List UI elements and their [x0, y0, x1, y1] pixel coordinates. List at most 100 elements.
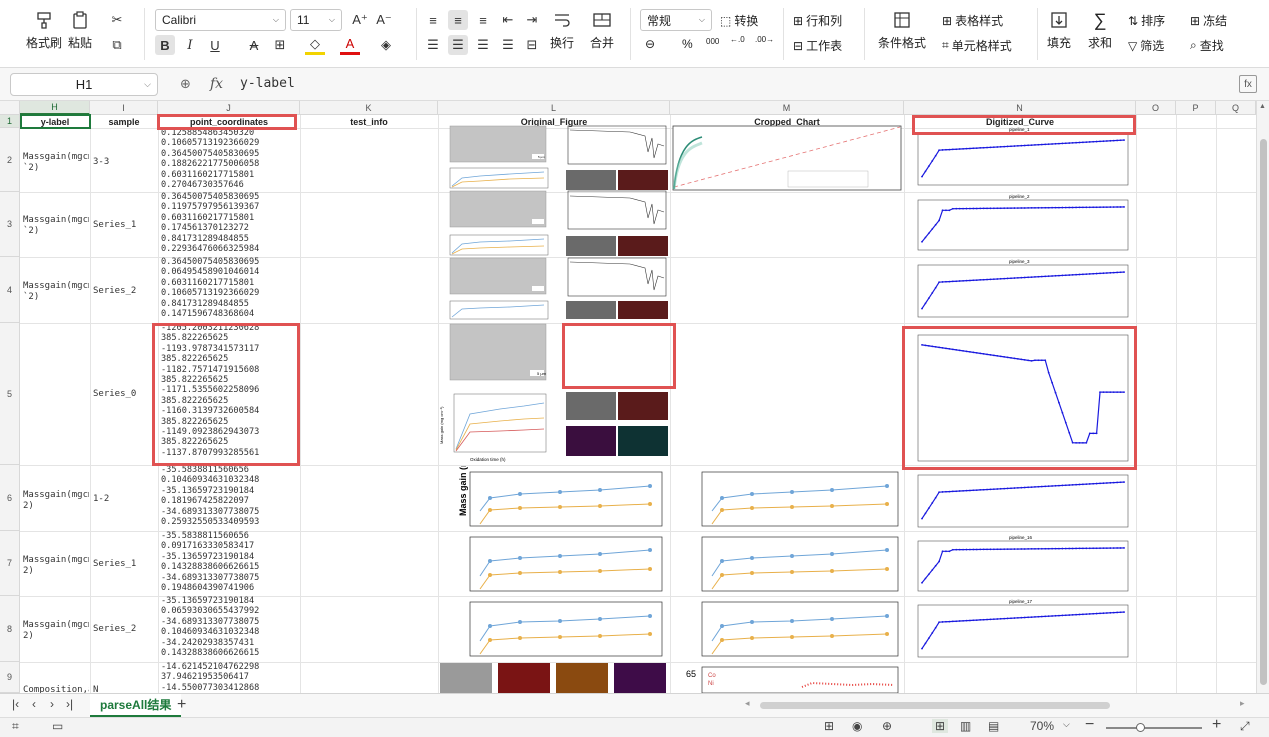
cell-point-coordinates[interactable]: 0.36450075405830695 0.06495458901046014 …	[161, 257, 297, 323]
cell-y-label[interactable]: Massgain(mgcm 2)	[23, 620, 89, 641]
cell-point-coordinates[interactable]: 0.36450075405830695 0.11975797956139367 …	[161, 192, 297, 257]
convert-button[interactable]: ⬚ 转换	[720, 12, 758, 29]
cell-sample[interactable]: Series_2	[93, 286, 157, 297]
cell-y-label[interactable]: Massgain(mgcm `2)	[23, 215, 89, 236]
align-top-icon[interactable]: ≡	[423, 10, 443, 30]
zoom-in-icon[interactable]: +	[1212, 716, 1221, 734]
increase-decimal-icon[interactable]: ←.0	[730, 35, 745, 44]
cell-y-label[interactable]: Massgain(mgcm `2)	[23, 152, 89, 173]
page-break-view-icon[interactable]: ▥	[960, 719, 971, 733]
chevron-down-icon[interactable]: ⌵	[1063, 719, 1070, 730]
sheet-tab-active[interactable]: parseAll结果	[90, 694, 182, 717]
zoom-slider[interactable]	[1106, 727, 1202, 729]
header-cell-test-info[interactable]: test_info	[300, 115, 438, 128]
expand-formula-icon[interactable]: fx	[1239, 75, 1257, 93]
fill-color-icon[interactable]: ◇	[305, 35, 325, 55]
zoom-icon[interactable]: ⊕	[180, 76, 191, 92]
filter-button[interactable]: ▽ 筛选	[1128, 37, 1164, 54]
indent-increase-icon[interactable]: ⇥	[522, 10, 542, 30]
cropped-chart-image[interactable]	[672, 466, 902, 662]
macro-icon[interactable]: ⌗	[12, 719, 19, 734]
page-layout-icon[interactable]: ⊞	[824, 719, 834, 733]
cell-point-coordinates[interactable]: -35.13659723190184 0.06593030655437992 -…	[161, 596, 297, 662]
zoom-out-icon[interactable]: −	[1085, 716, 1094, 734]
column-header-l[interactable]: L	[438, 101, 670, 115]
vertical-scrollbar[interactable]: ▲	[1256, 101, 1269, 693]
thousands-button[interactable]: 000	[706, 37, 719, 46]
last-sheet-icon[interactable]: ›|	[66, 697, 73, 711]
align-left-icon[interactable]: ☰	[423, 35, 443, 55]
font-size-select[interactable]: 11 ⌵	[290, 9, 342, 31]
column-header-n[interactable]: N	[904, 101, 1136, 115]
worksheet-button[interactable]: ⊟ 工作表	[793, 37, 842, 54]
cropped-chart-image[interactable]: 65 Co Ni	[672, 663, 902, 693]
row-header[interactable]: 9	[0, 662, 20, 693]
fullscreen-icon[interactable]: ⤢	[1240, 719, 1250, 734]
copy-icon[interactable]: ⧉	[107, 35, 127, 55]
cell-point-coordinates[interactable]: -14.621452104762298 37.94621953506417 -1…	[161, 662, 297, 693]
sheet-view-icon[interactable]: ▭	[52, 719, 63, 733]
row-header[interactable]: 3	[0, 192, 20, 257]
sort-button[interactable]: ⇅ 排序	[1128, 12, 1165, 29]
select-all-corner[interactable]	[0, 101, 20, 115]
currency-icon[interactable]: ⊖	[645, 37, 655, 51]
column-header-h[interactable]: H	[20, 101, 90, 115]
digitized-curve-image[interactable]: pipeline_1 pipeline_2 pipeline_3 pipeline_1…	[906, 125, 1134, 693]
horizontal-scroll-thumb[interactable]	[760, 702, 1110, 709]
scroll-thumb[interactable]	[1260, 139, 1267, 685]
cell-point-coordinates[interactable]: 0.1258854863450320 0.10605713192366029 0…	[161, 128, 297, 192]
reading-view-icon[interactable]: ▤	[988, 719, 999, 733]
original-figure-image[interactable]: 5 μm 5 μm Oxidation time (h) Mass gain (…	[440, 124, 668, 462]
number-format-select[interactable]: 常规 ⌵	[640, 9, 712, 31]
name-box[interactable]: H1 ⌵	[10, 73, 158, 96]
zoom-slider-handle[interactable]	[1136, 723, 1145, 732]
justify-icon[interactable]: ☰	[498, 35, 518, 55]
cell-y-label[interactable]: Composition,a	[23, 685, 89, 693]
align-center-icon[interactable]: ☰	[448, 35, 468, 55]
decrease-font-icon[interactable]: A⁻	[374, 10, 394, 30]
add-sheet-icon[interactable]: +	[177, 696, 186, 714]
cell-sample[interactable]: N	[93, 685, 157, 693]
underline-button[interactable]: U	[205, 35, 225, 55]
font-color-icon[interactable]: A	[340, 35, 360, 55]
column-header-j[interactable]: J	[158, 101, 300, 115]
strikethrough-button[interactable]: A	[244, 35, 264, 55]
freeze-button[interactable]: ⊞ 冻结	[1190, 12, 1227, 29]
next-sheet-icon[interactable]: ›	[50, 697, 54, 711]
cell-sample[interactable]: 1-2	[93, 494, 157, 505]
table-style-button[interactable]: ⊞ 表格样式	[942, 12, 1003, 29]
wrap-text-button[interactable]: 换行	[550, 10, 574, 51]
decrease-decimal-icon[interactable]: .00→	[755, 35, 774, 44]
scroll-left-icon[interactable]: ◂	[745, 698, 750, 709]
row-header[interactable]: 2	[0, 128, 20, 192]
spreadsheet-grid[interactable]: H I J K L M N O P Q 1 2 3 4 5 6 7 8 9 y-…	[0, 101, 1256, 693]
align-bottom-icon[interactable]: ≡	[473, 10, 493, 30]
zoom-level[interactable]: 70%	[1030, 719, 1054, 733]
cell-y-label[interactable]: Massgain(mgcm 2)	[23, 555, 89, 576]
header-cell-point-coordinates[interactable]: point_coordinates	[158, 115, 300, 128]
fill-button[interactable]: 填充	[1047, 10, 1071, 51]
crosshair-icon[interactable]: ⊕	[882, 719, 892, 733]
row-header[interactable]: 5	[0, 323, 20, 465]
column-header-m[interactable]: M	[670, 101, 904, 115]
row-header[interactable]: 7	[0, 531, 20, 596]
normal-view-icon[interactable]: ⊞	[932, 719, 949, 733]
border-icon[interactable]: ⊞	[270, 35, 290, 55]
prev-sheet-icon[interactable]: ‹	[32, 697, 36, 711]
cell-sample[interactable]: Series_0	[93, 389, 157, 400]
align-middle-icon[interactable]: ≡	[448, 10, 468, 30]
increase-font-icon[interactable]: A⁺	[350, 10, 370, 30]
cell-y-label[interactable]: Massgain(mgcm 2)	[23, 490, 89, 511]
row-header[interactable]: 1	[0, 115, 20, 128]
align-right-icon[interactable]: ☰	[473, 35, 493, 55]
bold-button[interactable]: B	[155, 35, 175, 55]
cell-point-coordinates[interactable]: -1205.2003211230628 385.822265625 -1193.…	[161, 323, 297, 465]
cell-y-label[interactable]: Massgain(mgcm `2)	[23, 281, 89, 302]
percent-button[interactable]: %	[682, 37, 693, 51]
row-col-button[interactable]: ⊞ 行和列	[793, 12, 842, 29]
function-icon[interactable]: fx	[210, 76, 223, 92]
original-figure-image[interactable]: Mass gain (mg cm⁻²)	[440, 466, 668, 693]
cell-sample[interactable]: 3-3	[93, 157, 157, 168]
formula-input[interactable]: y-label	[240, 76, 295, 91]
scroll-right-icon[interactable]: ▸	[1240, 698, 1245, 709]
